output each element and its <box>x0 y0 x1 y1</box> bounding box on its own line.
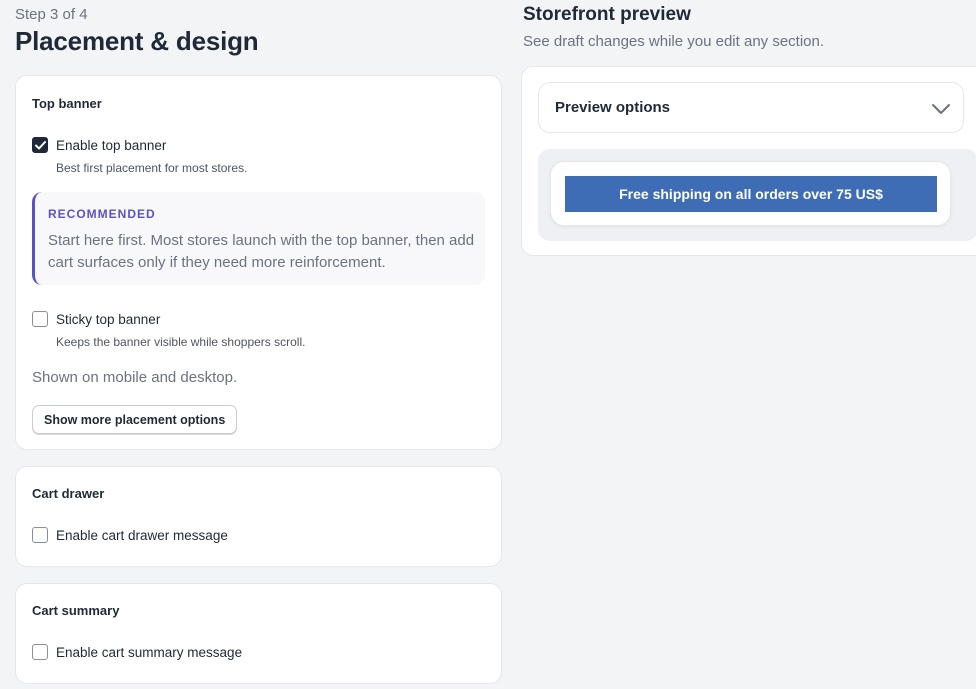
sticky-top-banner-label: Sticky top banner <box>56 311 161 327</box>
enable-top-banner-checkbox[interactable]: Enable top banner <box>32 137 166 153</box>
top-banner-card: Top banner Enable top banner Best first … <box>15 75 502 450</box>
checkbox-unchecked-icon <box>32 527 48 543</box>
storefront-frame: Free shipping on all orders over 75 US$ <box>550 161 951 226</box>
recommendation-text: Start here first. Most stores launch wit… <box>48 232 475 271</box>
enable-cart-drawer-label: Enable cart drawer message <box>56 527 228 543</box>
sticky-top-banner-help: Keeps the banner visible while shoppers … <box>56 335 306 349</box>
enable-top-banner-help: Best first placement for most stores. <box>56 161 248 175</box>
checkbox-unchecked-icon <box>32 311 48 327</box>
recommendation-callout: RECOMMENDED Start here first. Most store… <box>32 192 485 285</box>
recommended-tag: RECOMMENDED <box>48 207 156 221</box>
enable-cart-summary-checkbox[interactable]: Enable cart summary message <box>32 644 242 660</box>
cart-drawer-card-title: Cart drawer <box>32 486 105 501</box>
cart-summary-card-title: Cart summary <box>32 603 120 618</box>
checkbox-unchecked-icon <box>32 644 48 660</box>
sticky-top-banner-checkbox[interactable]: Sticky top banner <box>32 311 160 327</box>
step-indicator: Step 3 of 4 <box>15 6 88 23</box>
preview-options-label: Preview options <box>555 99 671 116</box>
enable-top-banner-label: Enable top banner <box>56 137 167 153</box>
preview-card: Preview options Free shipping on all ord… <box>521 66 976 256</box>
preview-options-accordion[interactable]: Preview options <box>538 82 964 133</box>
chevron-down-icon <box>931 102 951 120</box>
page-title: Placement & design <box>15 26 259 56</box>
announcement-banner-preview: Free shipping on all orders over 75 US$ <box>565 176 937 212</box>
enable-cart-summary-label: Enable cart summary message <box>56 644 243 660</box>
shown-on-text: Shown on mobile and desktop. <box>32 369 238 386</box>
preview-subtitle: See draft changes while you edit any sec… <box>523 33 825 50</box>
cart-summary-card: Cart summary Enable cart summary message <box>15 583 502 684</box>
enable-cart-drawer-checkbox[interactable]: Enable cart drawer message <box>32 527 228 543</box>
checkbox-checked-icon <box>32 137 48 153</box>
storefront-preview-stage: Free shipping on all orders over 75 US$ <box>538 149 976 241</box>
cart-drawer-card: Cart drawer Enable cart drawer message <box>15 466 502 567</box>
show-more-placement-button[interactable]: Show more placement options <box>32 405 238 434</box>
top-banner-card-title: Top banner <box>32 96 102 111</box>
preview-title: Storefront preview <box>523 4 691 25</box>
